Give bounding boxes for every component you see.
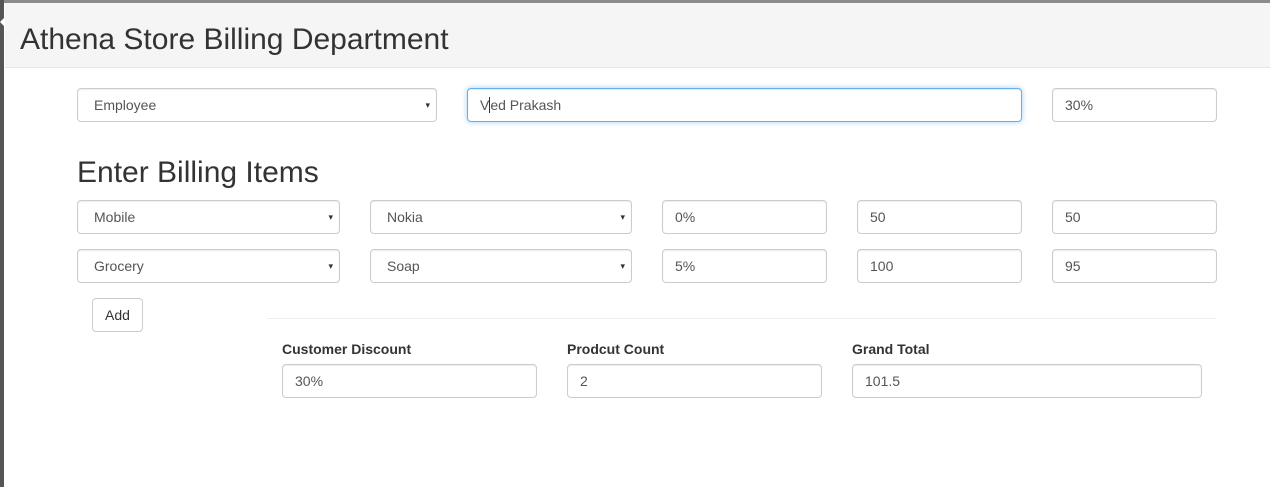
add-item-button[interactable]: Add [92, 298, 143, 332]
summary-divider [267, 318, 1216, 319]
chevron-down-icon: ▾ [425, 100, 430, 110]
product-count-input[interactable]: 2 [567, 364, 822, 398]
item-discount-input[interactable]: 5% [662, 249, 827, 283]
billing-section-title: Enter Billing Items [77, 156, 319, 189]
chevron-down-icon: ▾ [328, 212, 333, 222]
chevron-down-icon: ▾ [620, 212, 625, 222]
item-price-input[interactable]: 50 [857, 200, 1022, 234]
customer-type-value: Employee [94, 97, 157, 113]
item-price-input[interactable]: 100 [857, 249, 1022, 283]
customer-name-part-2: ed Prakash [490, 97, 562, 113]
customer-name-part-1: V [480, 97, 490, 113]
collapse-arrow-icon [0, 18, 4, 26]
item-category-value: Grocery [94, 258, 144, 274]
header-bar: Athena Store Billing Department [5, 3, 1270, 68]
grand-total-value: 101.5 [865, 373, 901, 389]
item-price-value: 100 [870, 258, 894, 274]
item-category-value: Mobile [94, 209, 136, 225]
page-title: Athena Store Billing Department [20, 23, 449, 56]
item-discount-value: 5% [675, 258, 696, 274]
item-total-value: 95 [1065, 258, 1081, 274]
product-count-label: Prodcut Count [567, 341, 665, 357]
summary-customer-discount-input[interactable]: 30% [282, 364, 537, 398]
product-count-value: 2 [580, 373, 588, 389]
customer-discount-label: Customer Discount [282, 341, 412, 357]
item-product-value: Soap [387, 258, 420, 274]
item-product-select[interactable]: Soap ▾ [370, 249, 632, 283]
chevron-down-icon: ▾ [328, 261, 333, 271]
customer-discount-input[interactable]: 30% [1052, 88, 1217, 122]
item-product-value: Nokia [387, 209, 423, 225]
summary-customer-discount-value: 30% [295, 373, 324, 389]
grand-total-label: Grand Total [852, 341, 930, 357]
customer-name-input[interactable]: Ved Prakash [467, 88, 1022, 122]
item-product-select[interactable]: Nokia ▾ [370, 200, 632, 234]
customer-discount-value: 30% [1065, 97, 1094, 113]
item-category-select[interactable]: Grocery ▾ [77, 249, 340, 283]
item-discount-value: 0% [675, 209, 696, 225]
chevron-down-icon: ▾ [620, 261, 625, 271]
window-edge [0, 0, 4, 487]
item-total-input[interactable]: 95 [1052, 249, 1217, 283]
item-total-input[interactable]: 50 [1052, 200, 1217, 234]
grand-total-input[interactable]: 101.5 [852, 364, 1202, 398]
customer-type-select[interactable]: Employee ▾ [77, 88, 437, 122]
item-price-value: 50 [870, 209, 886, 225]
item-category-select[interactable]: Mobile ▾ [77, 200, 340, 234]
item-discount-input[interactable]: 0% [662, 200, 827, 234]
item-total-value: 50 [1065, 209, 1081, 225]
